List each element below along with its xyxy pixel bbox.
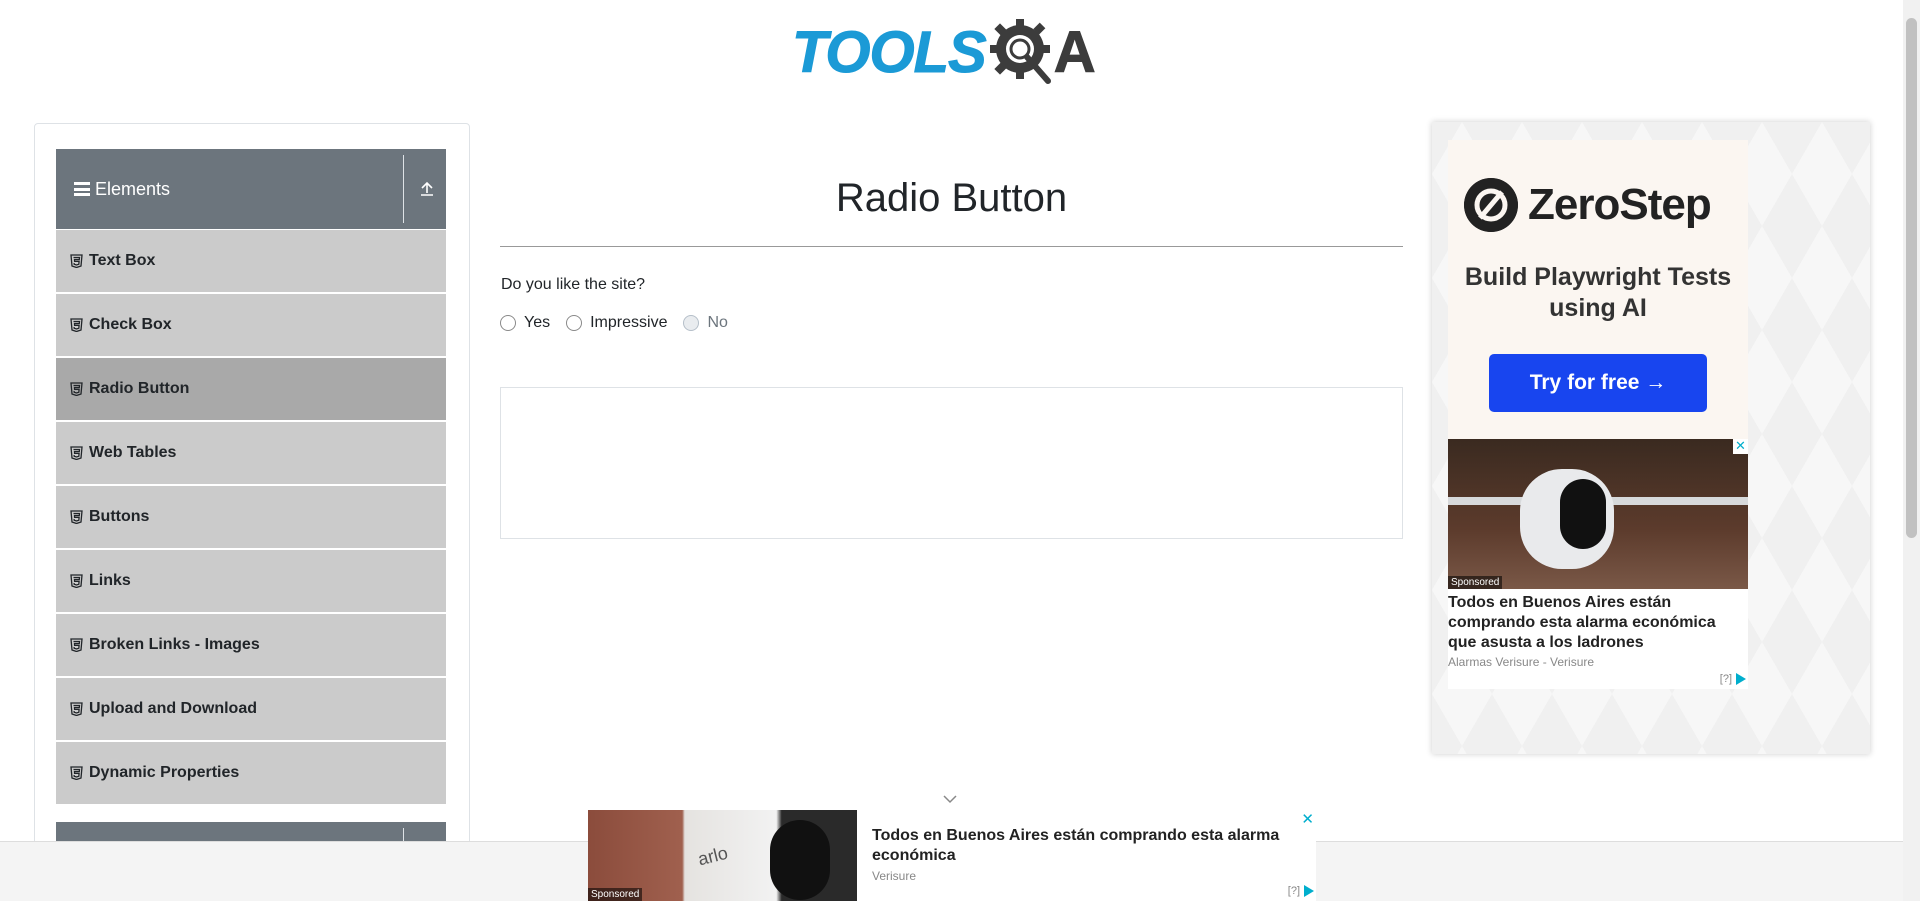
html5-icon [70,702,83,716]
logo-text-a: A [1053,19,1096,85]
sponsored-ad-card[interactable]: Sponsored ✕ Todos en Buenos Aires están … [1448,439,1748,689]
sponsored-tag: Sponsored [588,888,643,901]
ad-headline[interactable]: Todos en Buenos Aires están comprando es… [1448,593,1748,653]
menu-item-dynamic-properties[interactable]: Dynamic Properties [56,741,446,805]
bottom-ad-source[interactable]: Verisure [872,869,916,883]
zerostep-logo-icon [1464,178,1518,232]
elements-group-header[interactable]: Elements [56,149,446,229]
html5-icon [70,638,83,652]
radio-impressive[interactable]: Impressive [566,314,667,332]
radio-no: No [683,314,728,332]
html5-icon [70,318,83,332]
elements-menu: Text Box Check Box Radio Button Web Tabl… [56,229,446,805]
close-icon[interactable]: ✕ [1301,810,1314,828]
radio-question: Do you like the site? [501,276,646,293]
menu-item-radio-button[interactable]: Radio Button [56,357,446,421]
zerostep-logo: ZeroStep [1464,178,1712,232]
html5-icon [70,766,83,780]
menu-item-text-box[interactable]: Text Box [56,229,446,293]
radio-label[interactable]: Yes [524,314,550,332]
radio-label: No [707,314,728,331]
arlo-brand-mark: arlo [695,842,730,870]
page: TOOLS A Elements Text Box Check Box Radi… [0,0,1920,901]
html5-icon [70,510,83,524]
bottom-sponsored-ad[interactable]: arlo Sponsored Todos en Buenos Aires est… [588,810,1316,901]
close-icon[interactable]: ✕ [1733,439,1748,454]
radio-group: Yes Impressive No [500,314,744,332]
adchoices-label: [?] [1287,885,1300,897]
upload-arrow-icon[interactable] [416,177,438,199]
menu-label: Web Tables [89,444,177,461]
bottom-ad-image[interactable]: arlo Sponsored [588,810,857,901]
radio-circle[interactable] [500,315,516,331]
sponsored-tag: Sponsored [1448,576,1503,589]
menu-label: Buttons [89,508,150,525]
html5-icon [70,382,83,396]
html5-icon [70,254,83,268]
adchoices-label: [?] [1719,673,1732,685]
camera-lens [770,820,830,900]
group-title: Elements [95,178,171,199]
adchoices[interactable]: [?] [1288,885,1314,897]
camera-lens [1560,479,1606,549]
title-divider [500,246,1403,247]
radio-yes[interactable]: Yes [500,314,550,332]
zerostep-brand: ZeroStep [1528,180,1712,229]
menu-label: Check Box [89,316,172,333]
gear-magnifier-icon [989,19,1051,84]
radio-label[interactable]: Impressive [590,314,667,332]
menu-item-web-tables[interactable]: Web Tables [56,421,446,485]
menu-item-check-box[interactable]: Check Box [56,293,446,357]
group-divider [403,155,404,223]
menu-item-links[interactable]: Links [56,549,446,613]
menu-item-buttons[interactable]: Buttons [56,485,446,549]
logo-text-tools: TOOLS [792,19,988,85]
ad-source[interactable]: Alarmas Verisure - Verisure [1448,655,1594,669]
html5-icon [70,446,83,460]
menu-label: Upload and Download [89,700,257,717]
radio-circle[interactable] [566,315,583,331]
radio-circle [683,315,700,331]
bottom-ad-headline[interactable]: Todos en Buenos Aires están comprando es… [872,826,1292,866]
menu-label: Dynamic Properties [89,764,240,781]
hamburger-icon [74,182,90,196]
menu-label: Broken Links - Images [89,636,260,653]
menu-label: Text Box [89,252,156,269]
page-scrollbar[interactable] [1903,0,1920,901]
scrollbar-thumb[interactable] [1906,18,1917,538]
ad-image[interactable]: Sponsored ✕ [1448,439,1748,589]
try-for-free-button[interactable]: Try for free → [1489,354,1707,412]
chevron-down-icon[interactable] [941,793,959,805]
menu-item-broken-links-images[interactable]: Broken Links - Images [56,613,446,677]
menu-label: Radio Button [89,380,190,397]
adchoices-icon [1736,673,1746,685]
zerostep-tagline: Build Playwright Tests using AI [1464,263,1732,322]
html5-icon [70,574,83,588]
toolsqa-logo[interactable]: TOOLS A [792,14,1114,90]
menu-label: Links [89,572,131,589]
menu-item-upload-and-download[interactable]: Upload and Download [56,677,446,741]
page-title: Radio Button [835,176,1068,220]
zerostep-ad[interactable]: ZeroStep Build Playwright Tests using AI… [1448,140,1748,440]
result-box [500,387,1403,539]
adchoices-icon [1304,885,1314,897]
adchoices[interactable]: [?] [1720,673,1746,685]
